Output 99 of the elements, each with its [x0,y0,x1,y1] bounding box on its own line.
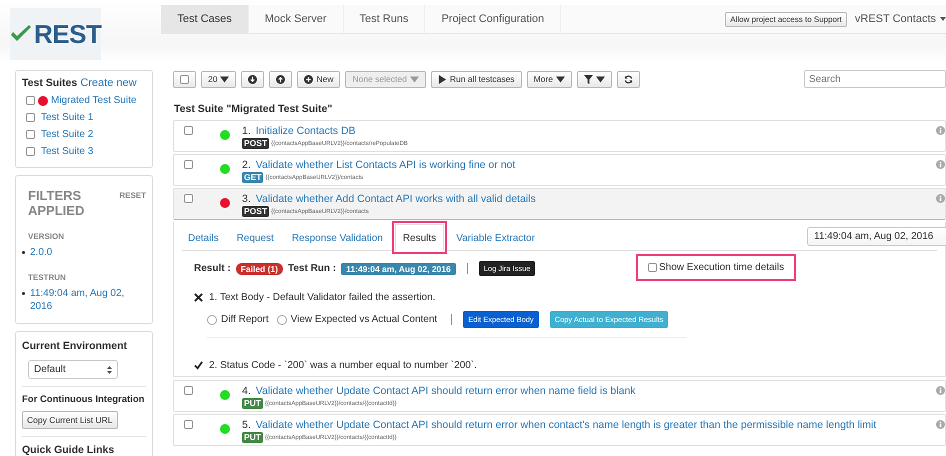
select-all-checkbox[interactable] [173,70,196,88]
method-tag: GET [242,172,264,183]
upload-icon [276,74,286,84]
filter-label: TESTRUN [28,273,67,282]
upload-button[interactable] [269,70,292,88]
detail-tab[interactable]: Variable Extractor [450,233,541,250]
filter-icon [584,74,593,84]
detail-tab[interactable]: Results [394,224,444,251]
search-field[interactable]: Search [804,70,946,88]
radio-button[interactable] [207,314,217,324]
test-run-label: Test Run : [288,263,336,274]
method-tag: POST [242,206,270,217]
caret-icon [556,74,565,84]
radio-label: View Expected vs Actual Content [290,314,438,325]
test-run-badge: 11:49:04 am, Aug 02, 2016 [341,262,456,274]
info-icon[interactable] [936,160,945,169]
filters-title: FILTERS APPLIED [28,188,86,218]
caret-icon [220,74,230,84]
case-title-link[interactable]: Validate whether Update Contact API should return error when contact's name length is greater than the permissible name length limit [256,419,876,431]
checkbox-label: Show Execution time details [659,262,784,273]
suite-link[interactable]: Test Suite 3 [41,146,94,157]
updown-icon [107,366,112,374]
info-icon[interactable] [936,420,945,429]
nav-tab[interactable]: Project Configuration [425,5,562,33]
filter-value[interactable]: 2.0.0 [30,246,52,259]
result-label: Result : [194,263,231,274]
checkbox[interactable] [26,147,35,156]
radio-label: Diff Report [221,314,269,325]
filter-menu[interactable] [576,70,612,88]
create-link[interactable]: Create new [80,77,137,89]
checkbox[interactable] [26,130,35,139]
copy-url-button[interactable]: Copy Current List URL [22,411,118,429]
case-number: 4. [242,385,251,397]
logo[interactable]: REST [10,8,102,60]
detail-tab[interactable]: Details [182,233,225,250]
assertion-text: 2. Status Code - `200` was a number equal to number `200`. [209,360,477,371]
suite-link[interactable]: Test Suite 2 [41,129,94,140]
panel-title: Test Suites [22,77,78,89]
case-number: 2. [242,159,251,171]
case-number: 1. [242,125,251,137]
panel-title: For Continuous Integration [22,394,146,405]
checkbox[interactable] [180,74,189,84]
detail-tab[interactable]: Request [230,233,280,250]
test-run-select[interactable]: 11:49:04 am, Aug 02, 2016 [807,227,946,246]
method-tag: POST [242,138,270,149]
checkbox[interactable] [648,263,657,272]
suite-title: Test Suite "Migrated Test Suite" [174,103,334,115]
refresh-icon [624,74,633,84]
caret-icon [410,74,419,84]
caret-icon [940,17,946,21]
method-tag: PUT [242,398,263,409]
failed-badge: Failed (1) [236,262,283,274]
bullet [22,251,25,254]
panel-title: Current Environment [22,340,128,352]
cross-icon [194,293,203,302]
checkbox[interactable] [184,420,193,429]
checkbox[interactable] [184,160,193,169]
checkbox[interactable] [184,194,193,203]
nav-tab[interactable]: Mock Server [248,5,344,33]
checkbox[interactable] [184,386,193,395]
case-title-link[interactable]: Validate whether List Contacts API is working fine or not [256,159,516,171]
run-all-button[interactable]: Run all testcases [430,70,522,88]
suite-link[interactable]: Test Suite 1 [41,112,94,123]
case-number: 5. [242,419,251,431]
filter-value[interactable]: 11:49:04 am, Aug 02, 2016 [30,287,146,313]
case-title-link[interactable]: Initialize Contacts DB [256,125,356,137]
reset-link[interactable]: RESET [119,191,146,218]
info-icon[interactable] [936,386,945,395]
suite-link[interactable]: Migrated Test Suite [51,95,136,106]
more-menu[interactable]: More [526,70,572,88]
bullet [22,292,25,295]
checkbox[interactable] [26,96,35,105]
radio-button[interactable] [276,314,287,324]
case-title-link[interactable]: Validate whether Update Contact API should return error when name field is blank [256,385,636,397]
caret-icon [596,74,605,84]
new-button[interactable]: New [297,70,340,88]
nav-tab[interactable]: Test Runs [344,5,426,33]
info-icon[interactable] [936,194,945,203]
nav-tab[interactable]: Test Cases [161,5,249,33]
plus-icon [304,74,314,84]
play-icon [438,74,447,84]
page-size-menu[interactable]: 20 [201,70,236,88]
detail-tab[interactable]: Response Validation [286,233,389,250]
case-title-link[interactable]: Validate whether Add Contact API works with all valid details [256,193,536,205]
support-access-button[interactable]: Allow project access to Support [725,12,847,26]
check-icon [194,361,203,370]
download-button[interactable] [241,70,264,88]
refresh-button[interactable] [616,70,640,88]
assertion-text: 1. Text Body - Default Validator failed the assertion. [209,292,436,303]
panel-title: Quick Guide Links [22,444,116,456]
filter-label: VERSION [28,232,66,241]
checkbox[interactable] [184,126,193,135]
checkbox[interactable] [26,113,35,122]
environment-select[interactable]: Default [28,360,118,379]
download-icon [248,74,258,84]
account-menu[interactable]: vREST Contacts [854,13,946,25]
method-tag: PUT [242,432,263,443]
info-icon[interactable] [936,126,945,135]
case-number: 3. [242,193,251,205]
